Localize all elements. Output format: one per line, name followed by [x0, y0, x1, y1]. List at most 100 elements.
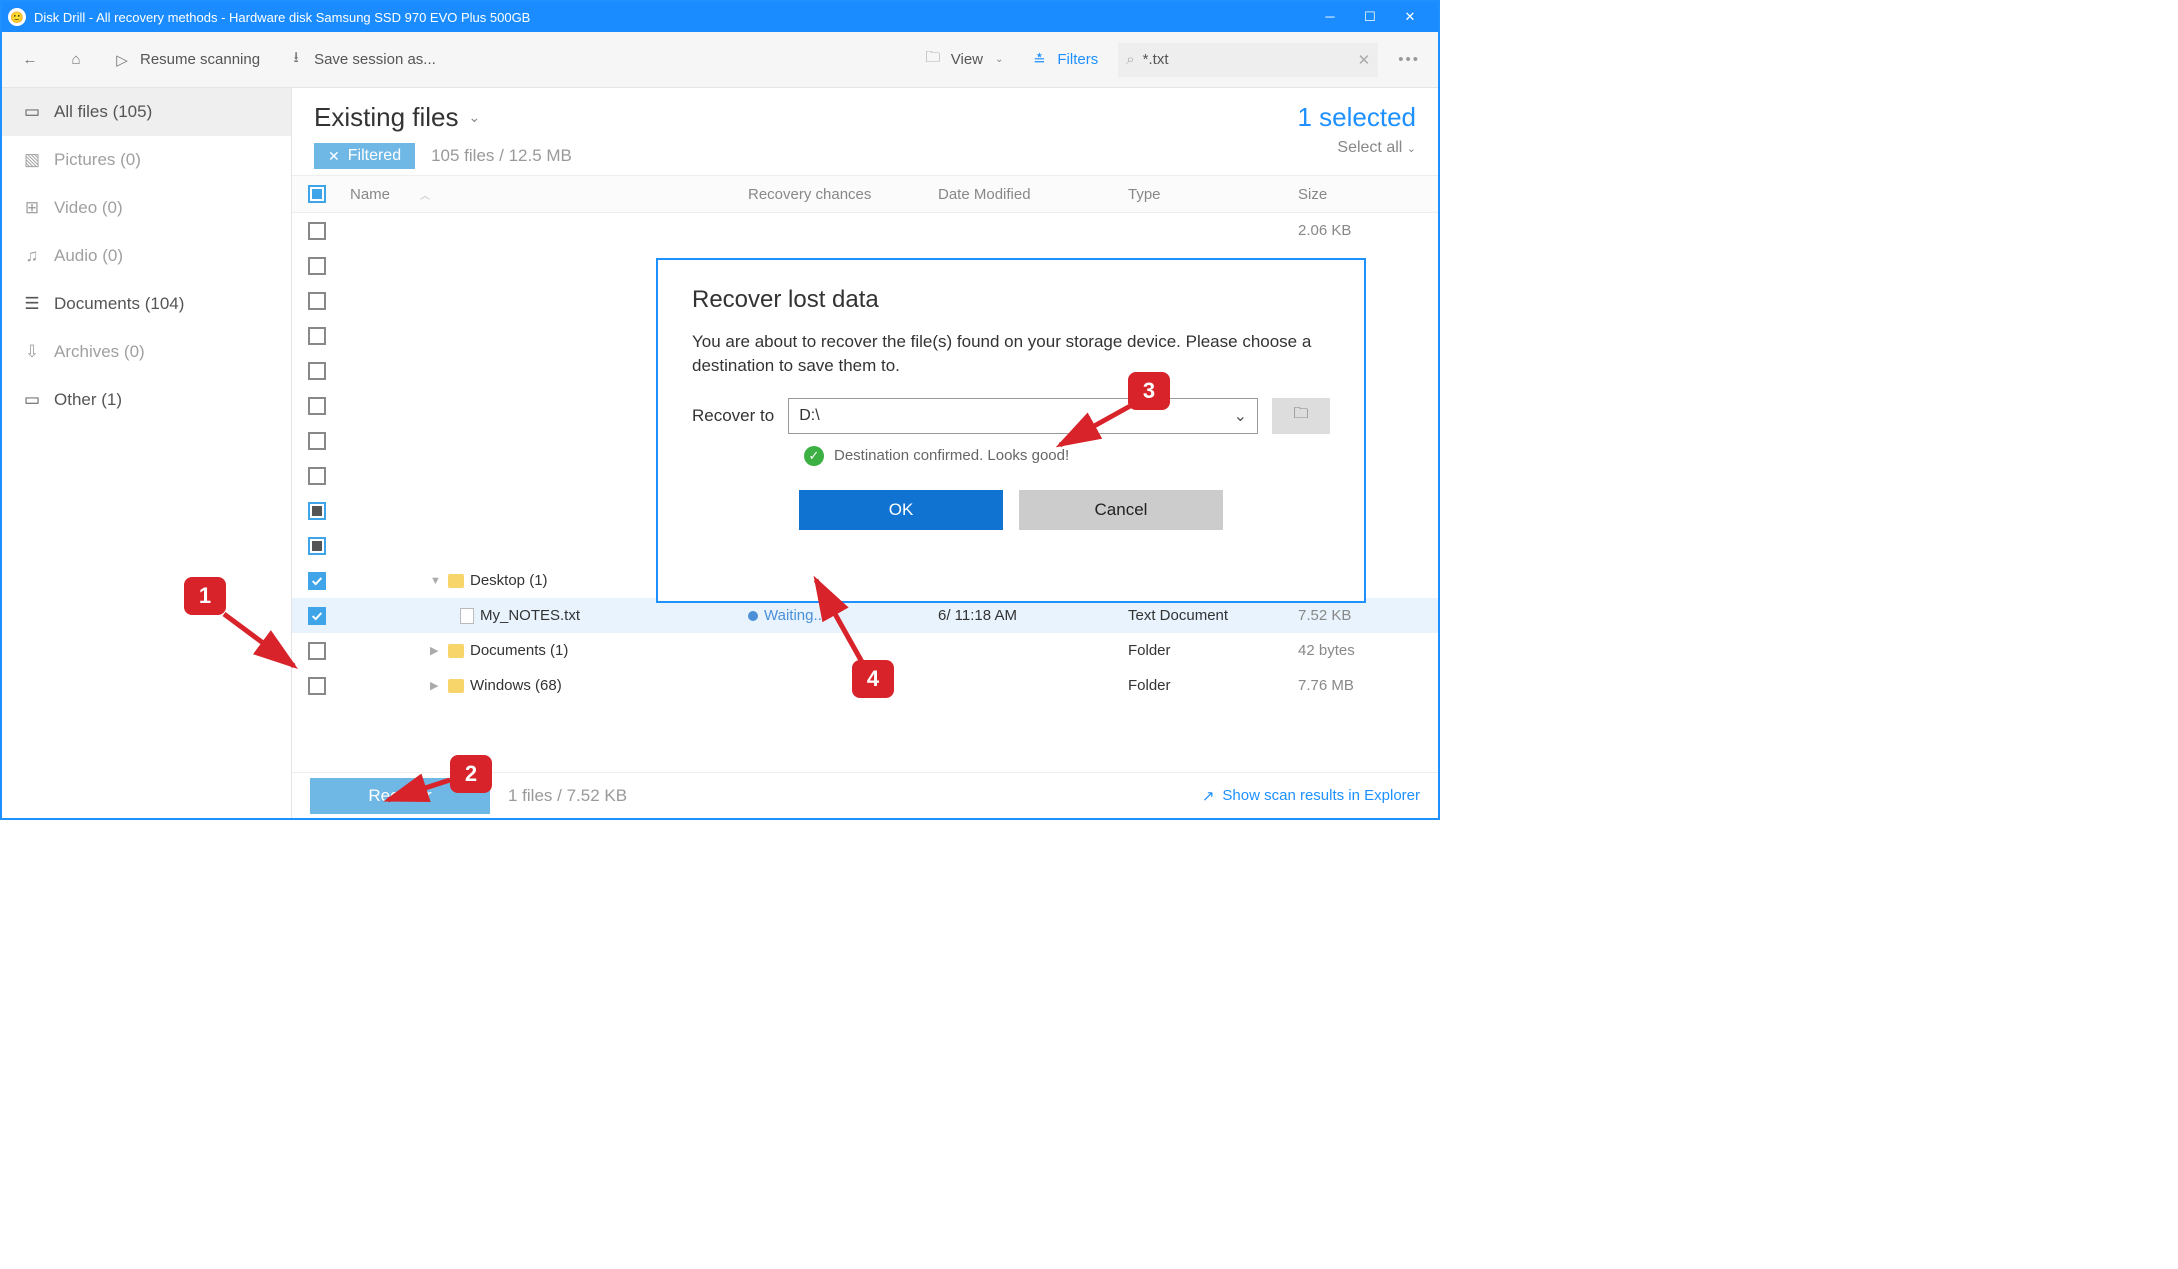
sort-icon: ︿: [420, 191, 430, 202]
caret-down-icon[interactable]: ▼: [430, 575, 442, 587]
dialog-title: Recover lost data: [692, 286, 1330, 314]
row-checkbox[interactable]: [308, 362, 326, 380]
recover-to-label: Recover to: [692, 406, 774, 426]
table-row[interactable]: 2.06 KB: [292, 213, 1438, 248]
home-icon: ⌂: [66, 50, 86, 70]
col-name[interactable]: Name︿: [342, 186, 748, 203]
select-all-button[interactable]: Select all ⌄: [1297, 139, 1416, 157]
sidebar-item-documents[interactable]: ☰Documents (104): [2, 280, 291, 328]
screen-icon: ▭: [22, 102, 42, 122]
callout-3: 3: [1128, 372, 1170, 410]
folder-icon: [448, 574, 464, 588]
row-checkbox[interactable]: [308, 222, 326, 240]
clear-search-icon[interactable]: ✕: [1358, 51, 1371, 69]
sidebar-item-video[interactable]: ⊞Video (0): [2, 184, 291, 232]
file-name: Desktop (1): [470, 572, 548, 589]
row-checkbox[interactable]: [308, 572, 326, 590]
size-cell: 7.76 MB: [1298, 677, 1438, 694]
row-checkbox[interactable]: [308, 467, 326, 485]
file-summary: 105 files / 12.5 MB: [431, 146, 572, 166]
show-in-explorer-link[interactable]: ↗Show scan results in Explorer: [1202, 787, 1420, 805]
caret-right-icon[interactable]: ▶: [430, 679, 442, 692]
arrow-left-icon: ←: [20, 50, 40, 70]
selected-count: 1 selected: [1297, 102, 1416, 133]
file-icon: [460, 608, 474, 624]
row-checkbox[interactable]: [308, 292, 326, 310]
row-checkbox[interactable]: [308, 397, 326, 415]
window-title: Disk Drill - All recovery methods - Hard…: [34, 10, 530, 25]
row-checkbox[interactable]: [308, 537, 326, 555]
close-icon[interactable]: ✕: [328, 148, 340, 165]
row-checkbox[interactable]: [308, 502, 326, 520]
col-recovery[interactable]: Recovery chances: [748, 186, 938, 203]
app-window: 🙂 Disk Drill - All recovery methods - Ha…: [0, 0, 1440, 820]
folder-icon: 🗀: [923, 50, 943, 70]
size-cell: 2.06 KB: [1298, 222, 1438, 239]
archive-icon: ⇩: [22, 342, 42, 362]
back-button[interactable]: ←: [14, 48, 46, 72]
titlebar: 🙂 Disk Drill - All recovery methods - Ha…: [2, 2, 1438, 32]
footer-summary: 1 files / 7.52 KB: [508, 786, 627, 806]
filter-chip[interactable]: ✕Filtered: [314, 143, 415, 169]
external-icon: ↗: [1202, 787, 1215, 805]
search-box[interactable]: ⌕ ✕: [1118, 43, 1378, 77]
resume-scan-button[interactable]: ▷Resume scanning: [106, 48, 266, 72]
row-checkbox[interactable]: [308, 257, 326, 275]
sidebar-item-other[interactable]: ▭Other (1): [2, 376, 291, 424]
check-icon: ✓: [804, 446, 824, 466]
music-icon: ♫: [22, 246, 42, 266]
type-cell: Folder: [1128, 677, 1298, 694]
sidebar-item-archives[interactable]: ⇩Archives (0): [2, 328, 291, 376]
ok-button[interactable]: OK: [799, 490, 1003, 530]
date-cell: 6/ 11:18 AM: [938, 607, 1128, 624]
view-button[interactable]: 🗀View⌄: [917, 48, 1010, 72]
film-icon: ⊞: [22, 198, 42, 218]
cancel-button[interactable]: Cancel: [1019, 490, 1223, 530]
chevron-down-icon: ⌄: [1407, 143, 1416, 155]
toolbar: ← ⌂ ▷Resume scanning ⭳Save session as...…: [2, 32, 1438, 88]
file-name: Windows (68): [470, 677, 562, 694]
main-panel: Existing files⌄ ✕Filtered 105 files / 12…: [292, 88, 1438, 818]
folder-icon: 🗀: [1293, 403, 1308, 428]
col-size[interactable]: Size: [1298, 186, 1438, 203]
more-button[interactable]: •••: [1392, 49, 1426, 70]
callout-1: 1: [184, 577, 226, 615]
chevron-down-icon: ⌄: [1234, 406, 1247, 426]
chevron-down-icon: ⌄: [995, 54, 1003, 65]
image-icon: ▧: [22, 150, 42, 170]
file-name: My_NOTES.txt: [480, 607, 580, 624]
col-type[interactable]: Type: [1128, 186, 1298, 203]
row-checkbox[interactable]: [308, 327, 326, 345]
home-button[interactable]: ⌂: [60, 48, 92, 72]
app-icon: 🙂: [8, 8, 26, 26]
close-button[interactable]: ✕: [1402, 9, 1418, 25]
filters-button[interactable]: ≛Filters: [1023, 48, 1104, 72]
callout-2: 2: [450, 755, 492, 793]
browse-button[interactable]: 🗀: [1272, 398, 1330, 434]
maximize-button[interactable]: ☐: [1362, 9, 1378, 25]
callout-4: 4: [852, 660, 894, 698]
row-checkbox[interactable]: [308, 432, 326, 450]
sidebar: ▭All files (105) ▧Pictures (0) ⊞Video (0…: [2, 88, 292, 818]
sidebar-item-all[interactable]: ▭All files (105): [2, 88, 291, 136]
file-name: Documents (1): [470, 642, 568, 659]
folder-icon: [448, 644, 464, 658]
size-cell: 42 bytes: [1298, 642, 1438, 659]
caret-right-icon[interactable]: ▶: [430, 644, 442, 657]
search-input[interactable]: [1143, 51, 1350, 68]
sliders-icon: ≛: [1029, 50, 1049, 70]
type-cell: Folder: [1128, 642, 1298, 659]
rect-icon: ▭: [22, 390, 42, 410]
dialog-body: You are about to recover the file(s) fou…: [692, 330, 1330, 378]
chevron-down-icon: ⌄: [469, 109, 481, 126]
destination-combo[interactable]: D:\⌄: [788, 398, 1258, 434]
page-title[interactable]: Existing files⌄: [314, 102, 1297, 133]
col-date[interactable]: Date Modified: [938, 186, 1128, 203]
save-session-button[interactable]: ⭳Save session as...: [280, 48, 442, 72]
minimize-button[interactable]: ─: [1322, 9, 1338, 25]
doc-icon: ☰: [22, 294, 42, 314]
sidebar-item-pictures[interactable]: ▧Pictures (0): [2, 136, 291, 184]
table-header: Name︿ Recovery chances Date Modified Typ…: [292, 175, 1438, 213]
sidebar-item-audio[interactable]: ♫Audio (0): [2, 232, 291, 280]
select-all-checkbox[interactable]: [308, 185, 326, 203]
